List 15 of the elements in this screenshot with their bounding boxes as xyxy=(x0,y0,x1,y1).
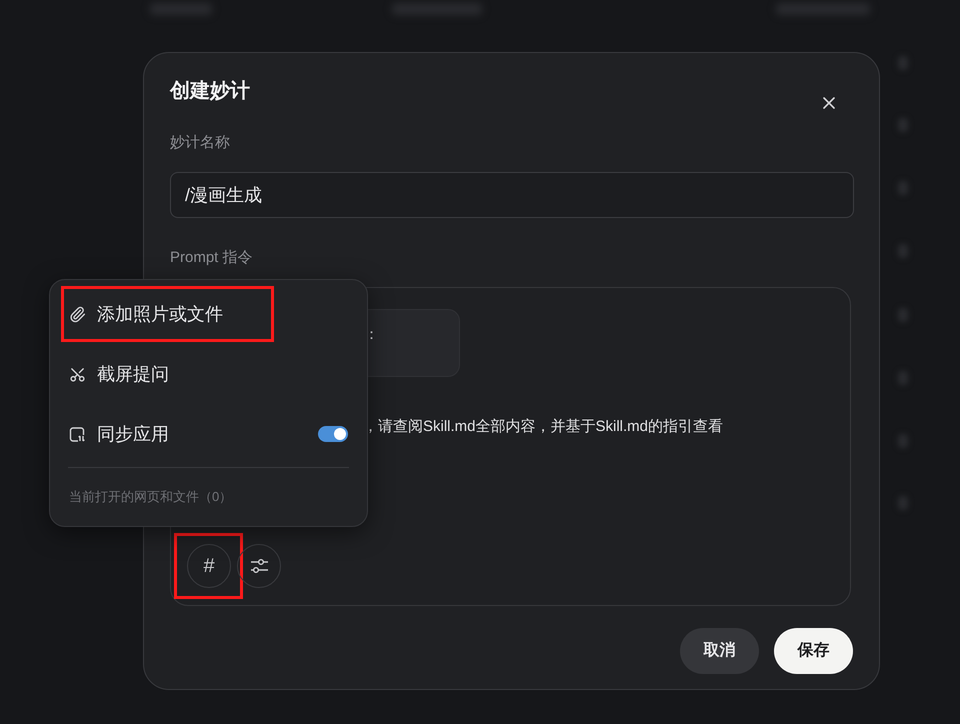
sync-icon xyxy=(69,426,86,442)
paperclip-icon xyxy=(69,306,86,322)
name-field[interactable]: /漫画生成 xyxy=(170,172,854,218)
dialog-title: 创建妙计 xyxy=(170,79,251,103)
menu-item-label: 截屏提问 xyxy=(97,362,169,386)
toggle-switch[interactable] xyxy=(318,426,348,442)
settings-button[interactable] xyxy=(237,544,281,588)
save-button[interactable]: 保存 xyxy=(774,628,853,674)
field-label: 妙计名称 xyxy=(170,133,231,153)
sliders-icon xyxy=(250,558,268,574)
menu-item-label: 同步应用 xyxy=(97,422,169,446)
hashtag-button[interactable]: # xyxy=(187,544,231,588)
cancel-button[interactable]: 取消 xyxy=(680,628,759,674)
field-label: Prompt 指令 xyxy=(170,248,254,268)
scissors-icon xyxy=(69,366,86,382)
